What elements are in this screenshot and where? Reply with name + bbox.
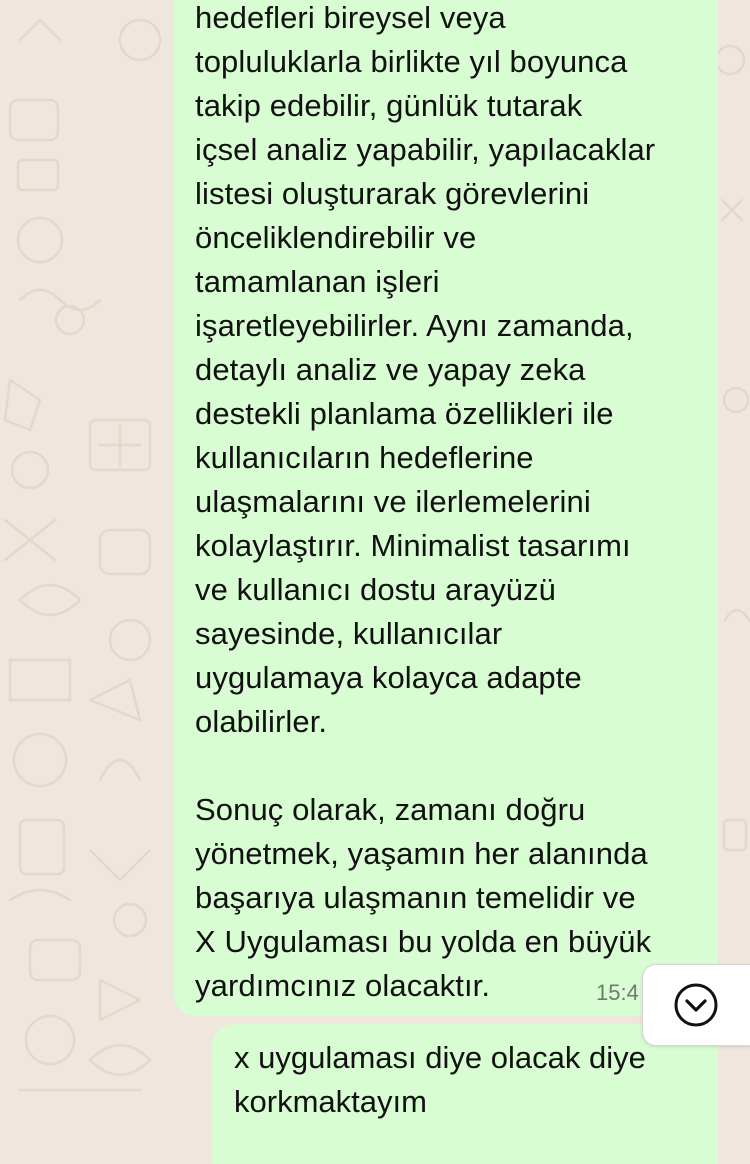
scroll-to-bottom-button[interactable] [642, 964, 750, 1046]
chevron-down-circle-icon [674, 983, 718, 1027]
message-bubble-outgoing[interactable]: hedefleri bireysel veya topluluklarla bi… [174, 0, 718, 1016]
message-text: hedefleri bireysel veya topluluklarla bi… [195, 0, 656, 1003]
message-bubble-outgoing[interactable]: x uygulaması diye olacak diye korkmaktay… [212, 1024, 718, 1164]
message-timestamp: 15:4 [596, 980, 639, 1005]
message-text: x uygulaması diye olacak diye korkmaktay… [234, 1040, 646, 1119]
